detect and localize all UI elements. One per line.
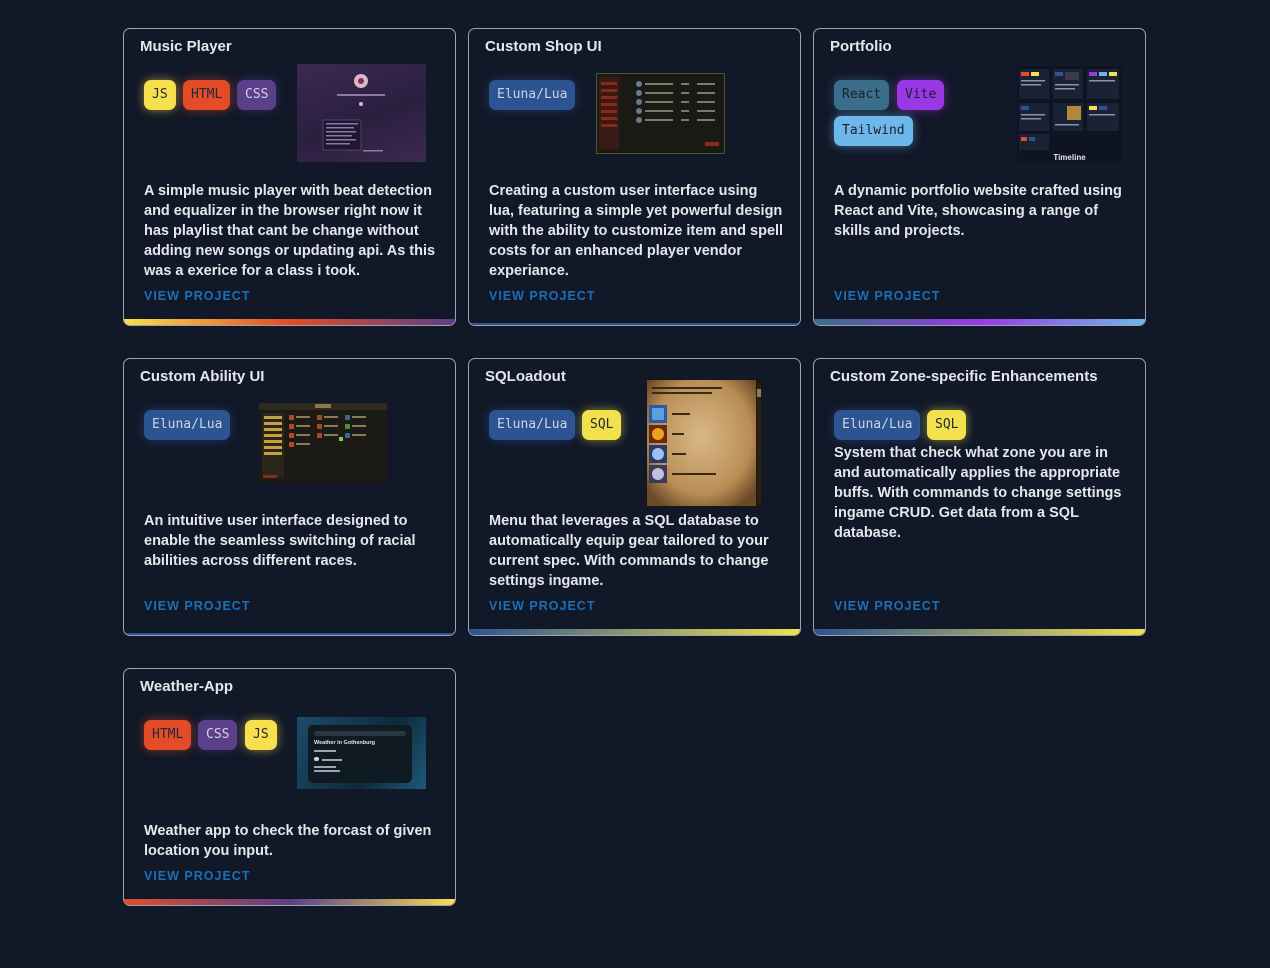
tag-eluna-lua: Eluna/Lua: [144, 410, 231, 440]
project-card-sqloadout: SQLoadout Eluna/Lua SQL Menu that levera…: [468, 358, 801, 636]
project-card-music-player: Music Player JS HTML CSS A simple music …: [123, 28, 456, 326]
project-card-custom-ability-ui: Custom Ability UI Eluna/Lua An intuitive…: [123, 358, 456, 636]
tag-eluna-lua: Eluna/Lua: [489, 80, 576, 110]
project-title: Music Player: [140, 38, 232, 55]
project-thumbnail: Timeline: [1017, 66, 1122, 162]
view-project-link[interactable]: VIEW PROJECT: [144, 599, 250, 613]
card-accent-bar: [124, 633, 455, 635]
tag-tailwind: Tailwind: [834, 116, 913, 146]
tag-js: JS: [245, 720, 277, 750]
project-title: Custom Shop UI: [485, 38, 602, 55]
card-accent-bar: [124, 319, 455, 325]
tag-html: HTML: [144, 720, 192, 750]
project-title: Weather-App: [140, 678, 234, 695]
tag-sql: SQL: [927, 410, 967, 440]
tag-css: CSS: [237, 80, 277, 110]
thumbnail-caption: Timeline: [1053, 153, 1086, 162]
tag-react: React: [834, 80, 890, 110]
project-description: Menu that leverages a SQL database to au…: [489, 513, 769, 589]
project-thumbnail: [259, 403, 387, 483]
card-accent-bar: [814, 319, 1145, 325]
project-card-portfolio: Portfolio React Vite Tailwind Timeline A…: [813, 28, 1146, 326]
project-description: Weather app to check the forcast of give…: [144, 823, 432, 859]
tag-eluna-lua: Eluna/Lua: [489, 410, 576, 440]
view-project-link[interactable]: VIEW PROJECT: [144, 289, 250, 303]
view-project-link[interactable]: VIEW PROJECT: [489, 289, 595, 303]
project-thumbnail: [596, 73, 725, 154]
project-thumbnail: Weather in Gothenburg: [297, 717, 426, 789]
tag-css: CSS: [198, 720, 238, 750]
view-project-link[interactable]: VIEW PROJECT: [144, 869, 250, 883]
project-title: SQLoadout: [485, 368, 566, 385]
tag-sql: SQL: [582, 410, 622, 440]
projects-grid: Music Player JS HTML CSS A simple music …: [123, 28, 1147, 908]
project-thumbnail: [646, 379, 763, 507]
project-title: Custom Zone-specific Enhancements: [830, 368, 1098, 385]
thumbnail-heading: Weather in Gothenburg: [314, 740, 376, 746]
card-accent-bar: [469, 323, 800, 325]
project-card-weather-app: Weather-App HTML CSS JS Weather in Gothe…: [123, 668, 456, 906]
project-card-custom-shop-ui: Custom Shop UI Eluna/Lua Creating a cust…: [468, 28, 801, 326]
card-accent-bar: [124, 899, 455, 905]
tag-html: HTML: [183, 80, 231, 110]
project-description: Creating a custom user interface using l…: [489, 183, 784, 279]
card-accent-bar: [814, 629, 1145, 635]
tag-js: JS: [144, 80, 176, 110]
project-description: An intuitive user interface designed to …: [144, 513, 416, 569]
view-project-link[interactable]: VIEW PROJECT: [834, 599, 940, 613]
view-project-link[interactable]: VIEW PROJECT: [489, 599, 595, 613]
project-card-custom-zone-enhancements: Custom Zone-specific Enhancements Eluna/…: [813, 358, 1146, 636]
project-description: System that check what zone you are in a…: [834, 445, 1122, 541]
project-thumbnail: [297, 64, 426, 162]
tag-eluna-lua: Eluna/Lua: [834, 410, 921, 440]
project-title: Custom Ability UI: [140, 368, 265, 385]
card-accent-bar: [469, 629, 800, 635]
project-description: A simple music player with beat detectio…: [144, 183, 436, 279]
view-project-link[interactable]: VIEW PROJECT: [834, 289, 940, 303]
tag-vite: Vite: [897, 80, 945, 110]
project-description: A dynamic portfolio website crafted usin…: [834, 183, 1122, 239]
project-title: Portfolio: [830, 38, 892, 55]
